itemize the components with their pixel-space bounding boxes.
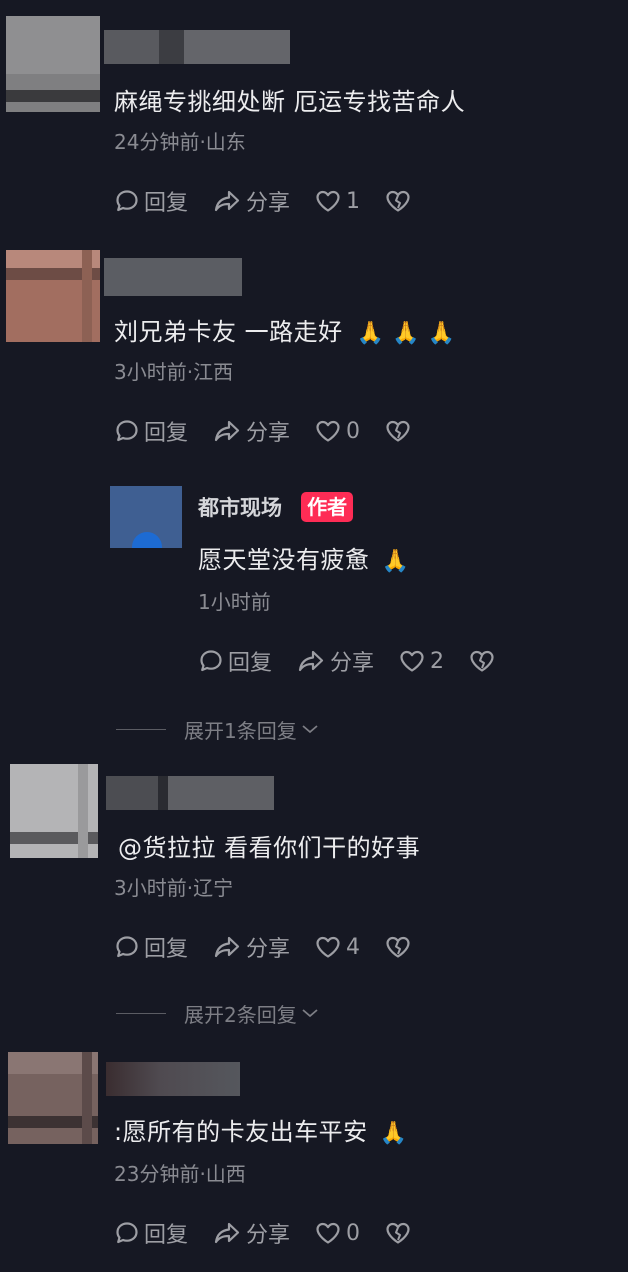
comment-meta: 23分钟前·山西 — [114, 1162, 246, 1186]
chevron-down-icon — [302, 725, 318, 734]
share-button[interactable]: 分享 — [212, 185, 290, 217]
avatar[interactable] — [8, 1052, 98, 1144]
share-arrow-icon — [298, 650, 324, 672]
reply-button[interactable]: 回复 — [114, 185, 188, 217]
expand-replies-button[interactable]: 展开2条回复 — [116, 998, 321, 1028]
username-blurred[interactable] — [106, 1062, 240, 1096]
share-button[interactable]: 分享 — [212, 415, 290, 447]
comment-text-body: 刘兄弟卡友 一路走好 — [114, 318, 343, 346]
reply-button[interactable]: 回复 — [114, 1217, 188, 1249]
broken-heart-icon — [470, 650, 494, 672]
reply-label: 回复 — [144, 421, 189, 446]
like-count: 2 — [430, 648, 445, 674]
author-line: 都市现场 作者 — [198, 492, 354, 522]
heart-icon — [316, 190, 340, 212]
comment-text: @货拉拉 看看你们干的好事 — [118, 834, 421, 862]
share-arrow-icon — [214, 190, 240, 212]
pray-emoji: 🙏 — [381, 549, 410, 574]
avatar[interactable] — [10, 764, 98, 858]
share-button[interactable]: 分享 — [296, 645, 374, 677]
comment-text: 麻绳专挑细处断 厄运专找苦命人 — [114, 88, 466, 116]
avatar[interactable] — [6, 16, 100, 112]
broken-heart-icon — [386, 936, 410, 958]
reply-text-body: 愿天堂没有疲惫 — [198, 546, 370, 574]
share-button[interactable]: 分享 — [212, 1217, 290, 1249]
reply-bubble-icon — [116, 420, 138, 442]
reply-label: 回复 — [144, 1223, 189, 1248]
reply-bubble-icon — [116, 190, 138, 212]
like-button[interactable]: 1 — [314, 188, 360, 214]
share-label: 分享 — [246, 937, 291, 962]
share-arrow-icon — [214, 936, 240, 958]
heart-icon — [316, 1222, 340, 1244]
reply-actions: 回复 分享 2 — [198, 644, 496, 678]
comment-meta: 24分钟前·山东 — [114, 130, 246, 154]
reply-button[interactable]: 回复 — [114, 415, 188, 447]
like-button[interactable]: 0 — [314, 1220, 360, 1246]
chevron-down-icon — [302, 1009, 318, 1018]
username-blurred[interactable] — [104, 258, 242, 296]
dislike-button[interactable] — [384, 934, 412, 960]
reply-label: 回复 — [144, 191, 189, 216]
share-button[interactable]: 分享 — [212, 931, 290, 963]
like-count: 1 — [346, 188, 361, 214]
reply-button[interactable]: 回复 — [198, 645, 272, 677]
like-button[interactable]: 0 — [314, 418, 360, 444]
broken-heart-icon — [386, 420, 410, 442]
comment-actions: 回复 分享 0 — [114, 414, 412, 448]
heart-icon — [400, 650, 424, 672]
share-arrow-icon — [214, 420, 240, 442]
expand-replies-button[interactable]: 展开1条回复 — [116, 714, 321, 744]
reply-bubble-icon — [200, 650, 222, 672]
avatar[interactable] — [6, 250, 100, 342]
dislike-button[interactable] — [384, 418, 412, 444]
share-label: 分享 — [246, 1223, 291, 1248]
author-badge: 作者 — [301, 492, 354, 522]
pray-emoji: 🙏 🙏 🙏 — [356, 321, 456, 346]
share-label: 分享 — [246, 421, 291, 446]
username-blurred[interactable] — [106, 776, 274, 810]
share-label: 分享 — [246, 191, 291, 216]
like-button[interactable]: 2 — [398, 648, 444, 674]
reply-meta: 1小时前 — [198, 590, 271, 614]
author-name[interactable]: 都市现场 — [198, 496, 282, 520]
dislike-button[interactable] — [384, 188, 412, 214]
like-count: 4 — [346, 934, 361, 960]
comment-text: :愿所有的卡友出车平安 🙏 — [114, 1112, 408, 1147]
comment-actions: 回复 分享 0 — [114, 1216, 412, 1250]
author-avatar[interactable] — [110, 486, 182, 548]
reply-bubble-icon — [116, 1222, 138, 1244]
share-label: 分享 — [330, 651, 375, 676]
share-arrow-icon — [214, 1222, 240, 1244]
like-count: 0 — [346, 1220, 361, 1246]
reply-label: 回复 — [144, 937, 189, 962]
reply-text: 愿天堂没有疲惫 🙏 — [198, 540, 410, 575]
heart-icon — [316, 936, 340, 958]
reply-label: 回复 — [228, 651, 273, 676]
like-count: 0 — [346, 418, 361, 444]
like-button[interactable]: 4 — [314, 934, 360, 960]
expand-divider — [116, 728, 166, 730]
expand-replies-label: 展开2条回复 — [184, 1002, 297, 1027]
username-blurred[interactable] — [104, 30, 290, 64]
reply-button[interactable]: 回复 — [114, 931, 188, 963]
broken-heart-icon — [386, 190, 410, 212]
comment-text: 刘兄弟卡友 一路走好 🙏 🙏 🙏 — [114, 312, 455, 347]
comment-actions: 回复 分享 1 — [114, 184, 412, 218]
comment-meta: 3小时前·辽宁 — [114, 876, 234, 900]
comment-actions: 回复 分享 4 — [114, 930, 412, 964]
expand-replies-label: 展开1条回复 — [184, 718, 297, 743]
dislike-button[interactable] — [468, 648, 496, 674]
expand-divider — [116, 1012, 166, 1014]
dislike-button[interactable] — [384, 1220, 412, 1246]
pray-emoji: 🙏 — [379, 1121, 408, 1146]
comment-meta: 3小时前·江西 — [114, 360, 234, 384]
broken-heart-icon — [386, 1222, 410, 1244]
comment-text-body: :愿所有的卡友出车平安 — [114, 1118, 368, 1146]
reply-bubble-icon — [116, 936, 138, 958]
heart-icon — [316, 420, 340, 442]
